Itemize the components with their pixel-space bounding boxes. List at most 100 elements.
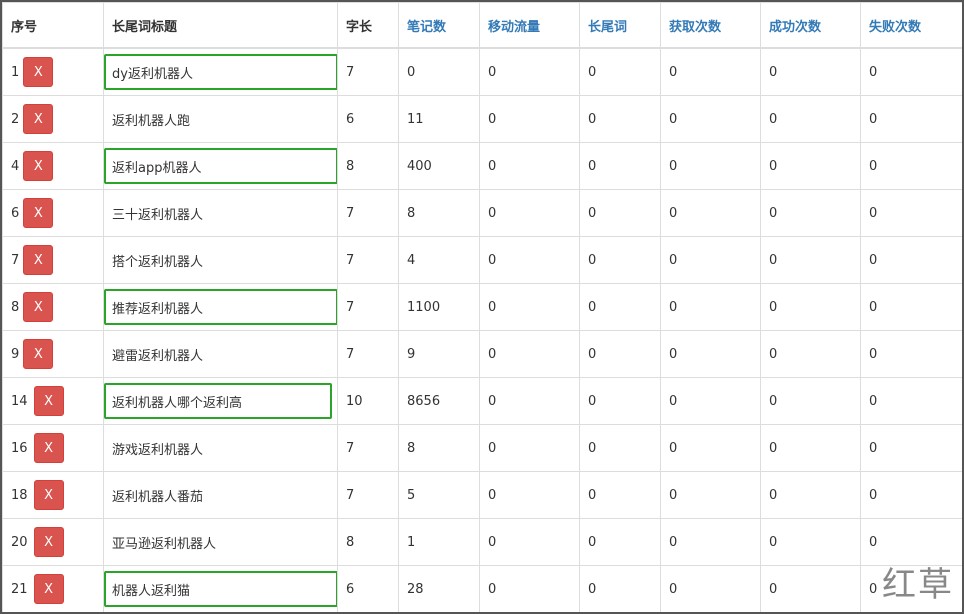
column-header-longtail[interactable]: 长尾词	[579, 2, 661, 49]
fail-count-cell: 0	[860, 330, 962, 378]
column-header-notes[interactable]: 笔记数	[398, 2, 480, 49]
keyword-title-cell: 返利机器人跑	[103, 95, 338, 143]
table-body: 1 Xdy返利机器人 7 0 0 0 0 0 0 2 X 返利机器人跑 6 11 0 0 0 0 0 4 X 返利app机…	[2, 47, 962, 612]
fetch-count-cell: 0	[660, 47, 761, 96]
longtail-cell: 0	[579, 518, 661, 566]
keyword-title: 返利机器人番茄	[112, 489, 204, 505]
fail-count-cell: 0	[860, 424, 962, 472]
notes-cell: 8656	[398, 377, 480, 425]
index-cell: 7X	[2, 236, 104, 284]
longtail-cell: 0	[579, 565, 661, 612]
keyword-title: 返利app机器人	[112, 160, 202, 176]
delete-row-button[interactable]: X	[33, 574, 64, 604]
delete-row-button[interactable]: X	[23, 151, 54, 181]
delete-row-button[interactable]: X	[33, 433, 64, 463]
delete-row-button[interactable]: X	[23, 198, 54, 228]
keyword-title: 推荐返利机器人	[112, 301, 204, 317]
mobile-traffic-cell: 0	[479, 142, 580, 190]
fail-count-cell: 0	[860, 189, 962, 237]
index-cell: 20 X	[2, 518, 104, 566]
notes-cell: 5	[398, 471, 480, 519]
longtail-cell: 0	[579, 189, 661, 237]
table-row: 1 Xdy返利机器人 7 0 0 0 0 0 0	[2, 47, 962, 96]
column-header-success-count[interactable]: 成功次数	[760, 2, 861, 49]
notes-cell: 9	[398, 330, 480, 378]
column-header-fail-count[interactable]: 失败次数	[860, 2, 962, 49]
keyword-title-cell: 返利app机器人	[103, 142, 338, 190]
keyword-title-cell: 游戏返利机器人	[103, 424, 338, 472]
table-row: 21 X 机器人返利猫 6 28 0 0 0 0 0	[2, 565, 962, 612]
length-cell: 7	[337, 424, 399, 472]
fetch-count-cell: 0	[660, 377, 761, 425]
delete-row-button[interactable]: X	[23, 104, 54, 134]
row-index: 6	[11, 205, 20, 221]
table-row: 8 X 推荐返利机器人 7 1100 0 0 0 0 0	[2, 283, 962, 331]
keyword-title-cell: 亚马逊返利机器人	[103, 518, 338, 566]
fetch-count-cell: 0	[660, 565, 761, 612]
fetch-count-cell: 0	[660, 424, 761, 472]
mobile-traffic-cell: 0	[479, 47, 580, 96]
row-index: 14	[11, 393, 28, 409]
fail-count-cell: 0	[860, 471, 962, 519]
fail-count-cell: 0	[860, 95, 962, 143]
length-cell: 7	[337, 47, 399, 96]
index-wrap: 1X	[11, 57, 54, 87]
index-wrap: 8X	[11, 292, 54, 322]
length-cell: 7	[337, 330, 399, 378]
delete-row-button[interactable]: X	[33, 480, 64, 510]
fail-count-cell: 0	[860, 377, 962, 425]
column-header-length: 字长	[337, 2, 399, 49]
delete-row-button[interactable]: X	[23, 57, 54, 87]
index-cell: 8X	[2, 283, 104, 331]
keyword-title-cell: 搭个返利机器人	[103, 236, 338, 284]
keyword-title: 亚马逊返利机器人	[112, 536, 217, 552]
index-wrap: 18 X	[11, 480, 64, 510]
notes-cell: 11	[398, 95, 480, 143]
mobile-traffic-cell: 0	[479, 283, 580, 331]
notes-cell: 8	[398, 189, 480, 237]
success-count-cell: 0	[760, 47, 861, 96]
longtail-cell: 0	[579, 236, 661, 284]
notes-cell: 1	[398, 518, 480, 566]
success-count-cell: 0	[760, 236, 861, 284]
table-row: 20 X 亚马逊返利机器人 8 1 0 0 0 0 0	[2, 518, 962, 566]
longtail-cell: 0	[579, 283, 661, 331]
mobile-traffic-cell: 0	[479, 189, 580, 237]
delete-row-button[interactable]: X	[33, 386, 64, 416]
notes-cell: 0	[398, 47, 480, 96]
delete-row-button[interactable]: X	[23, 245, 54, 275]
index-wrap: 7X	[11, 245, 54, 275]
index-cell: 6X	[2, 189, 104, 237]
notes-cell: 400	[398, 142, 480, 190]
row-index: 4	[11, 158, 20, 174]
index-wrap: 6X	[11, 198, 54, 228]
mobile-traffic-cell: 0	[479, 330, 580, 378]
longtail-cell: 0	[579, 95, 661, 143]
keyword-title-cell: dy返利机器人	[103, 47, 338, 96]
column-header-fetch-count[interactable]: 获取次数	[660, 2, 761, 49]
fetch-count-cell: 0	[660, 142, 761, 190]
fetch-count-cell: 0	[660, 189, 761, 237]
keyword-table-panel: 序号 长尾词标题 字长 笔记数 移动流量 长尾词 获取次数 成功次数 失败次数 1 Xdy返利机器…	[0, 0, 964, 614]
fail-count-cell: 0	[860, 142, 962, 190]
keyword-title: dy返利机器人	[112, 66, 193, 82]
longtail-cell: 0	[579, 424, 661, 472]
index-cell: 2X	[2, 95, 104, 143]
notes-cell: 28	[398, 565, 480, 612]
index-cell: 14 X	[2, 377, 104, 425]
keyword-title: 机器人返利猫	[112, 583, 191, 599]
column-header-index: 序号	[2, 2, 104, 49]
delete-row-button[interactable]: X	[23, 339, 54, 369]
delete-row-button[interactable]: X	[33, 527, 64, 557]
index-cell: 18 X	[2, 471, 104, 519]
column-header-mobile-traffic[interactable]: 移动流量	[479, 2, 580, 49]
table-row: 14 X 返利机器人哪个返利高 10 8656 0 0 0 0 0	[2, 377, 962, 425]
index-wrap: 9X	[11, 339, 54, 369]
success-count-cell: 0	[760, 95, 861, 143]
delete-row-button[interactable]: X	[23, 292, 54, 322]
fetch-count-cell: 0	[660, 236, 761, 284]
table-row: 9 X 避雷返利机器人 7 9 0 0 0 0 0	[2, 330, 962, 378]
row-index: 8	[11, 299, 20, 315]
success-count-cell: 0	[760, 518, 861, 566]
keyword-title-cell: 返利机器人哪个返利高	[103, 377, 338, 425]
